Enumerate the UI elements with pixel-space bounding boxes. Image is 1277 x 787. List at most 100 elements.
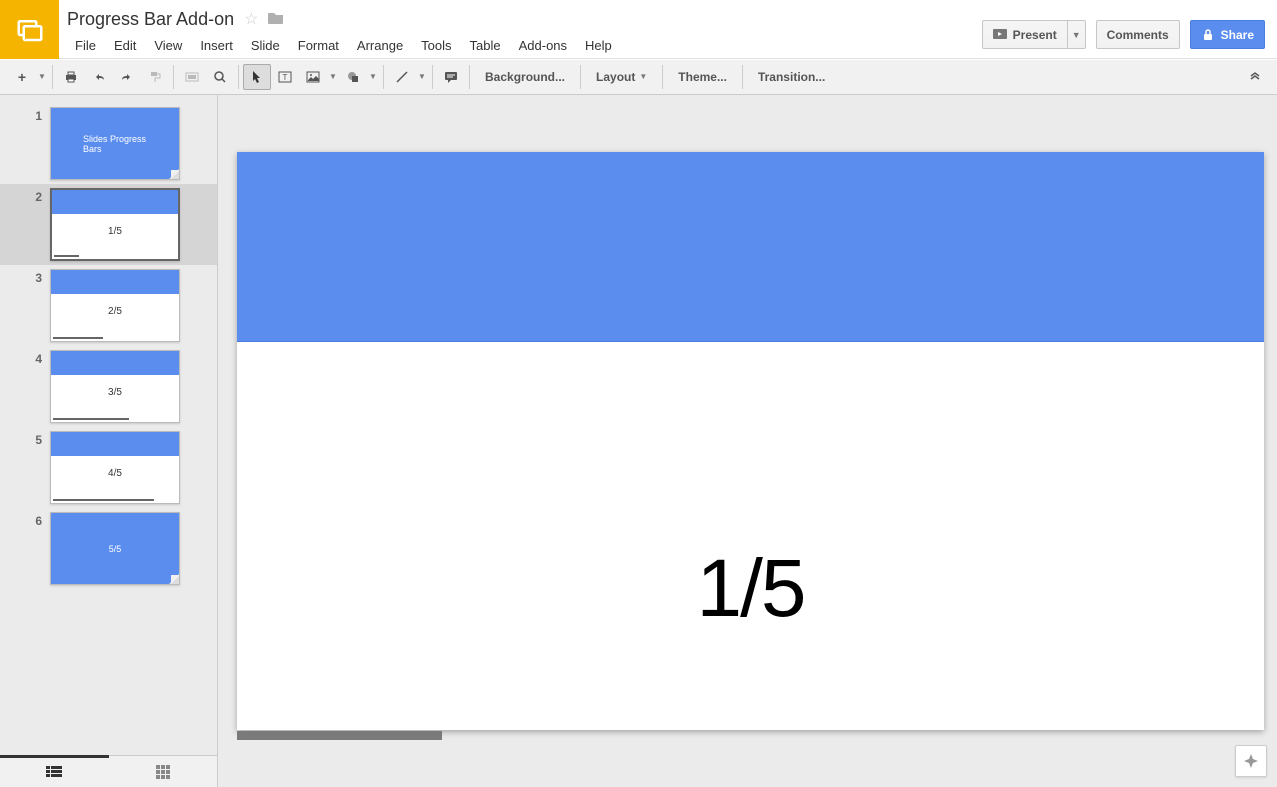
lock-icon [1201,28,1215,42]
sidebar-footer [0,755,217,787]
shape-button[interactable] [339,64,367,90]
menu-slide[interactable]: Slide [243,34,288,57]
menu-help[interactable]: Help [577,34,620,57]
thumbnail-list[interactable]: 1 Slides Progress Bars 21/53 2/5 43/554/56 5/… [0,95,217,755]
undo-button[interactable] [85,64,113,90]
menu-view[interactable]: View [146,34,190,57]
separator [580,65,581,89]
menu-arrange[interactable]: Arrange [349,34,411,57]
layout-button[interactable]: Layout▼ [585,64,658,90]
menu-bar: File Edit View Insert Slide Format Arran… [67,34,974,57]
thumbnail-number: 6 [0,512,50,585]
menu-file[interactable]: File [67,34,104,57]
redo-button[interactable] [113,64,141,90]
share-button[interactable]: Share [1190,20,1265,49]
thumbnail-progress-bar [53,499,154,501]
shape-dropdown[interactable]: ▼ [367,64,379,90]
main-area: 1 Slides Progress Bars 21/53 2/5 43/554/56 5/… [0,95,1277,787]
chevron-down-icon: ▼ [639,72,647,81]
thumbnail-text: 3/5 [108,387,122,398]
thumbnail-text: Slides Progress Bars [83,134,147,154]
header: Progress Bar Add-on ☆ File Edit View Ins… [0,0,1277,59]
slide-canvas[interactable]: 1/5 [237,152,1264,730]
slide-thumbnail[interactable]: 3 2/5 [0,265,217,346]
comments-button[interactable]: Comments [1096,20,1180,49]
slide-progress-bar[interactable] [237,731,442,740]
menu-addons[interactable]: Add-ons [511,34,575,57]
thumbnail-number: 1 [0,107,50,180]
present-icon [993,29,1007,41]
present-button-group: Present ▼ [982,20,1086,49]
document-title[interactable]: Progress Bar Add-on [67,9,234,30]
slides-logo[interactable] [0,0,59,59]
zoom-fit-button[interactable] [178,64,206,90]
slide-thumbnail[interactable]: 1 Slides Progress Bars [0,103,217,184]
zoom-button[interactable] [206,64,234,90]
thumbnail-preview[interactable]: 5/5 [50,512,180,585]
canvas-area[interactable]: 1/5 [218,95,1277,787]
thumbnail-preview[interactable]: 4/5 [50,431,180,504]
grid-view-button[interactable] [109,756,218,787]
menu-insert[interactable]: Insert [192,34,241,57]
menu-tools[interactable]: Tools [413,34,459,57]
filmstrip-view-button[interactable] [0,755,109,786]
thumbnail-preview[interactable]: 1/5 [50,188,180,261]
separator [238,65,239,89]
theme-button[interactable]: Theme... [667,64,738,90]
print-button[interactable] [57,64,85,90]
present-dropdown[interactable]: ▼ [1068,20,1086,49]
separator [52,65,53,89]
comment-button[interactable] [437,64,465,90]
thumbnail-preview[interactable]: 3/5 [50,350,180,423]
thumbnail-progress-bar [53,337,103,339]
explore-button[interactable] [1235,745,1267,777]
slide-header-shape[interactable] [237,152,1264,342]
toolbar: + ▼ T ▼ ▼ ▼ Background... Layout▼ Theme.… [0,59,1277,95]
collapse-toolbar-button[interactable] [1241,64,1269,90]
header-main: Progress Bar Add-on ☆ File Edit View Ins… [59,0,982,57]
slide-main-text[interactable]: 1/5 [697,542,805,636]
thumbnail-number: 3 [0,269,50,342]
slide-thumbnail[interactable]: 21/5 [0,184,217,265]
thumbnail-progress-bar [53,418,129,420]
separator [432,65,433,89]
menu-edit[interactable]: Edit [106,34,144,57]
thumbnail-preview[interactable]: 2/5 [50,269,180,342]
textbox-button[interactable]: T [271,64,299,90]
paint-format-button[interactable] [141,64,169,90]
svg-text:T: T [283,73,288,82]
slide-thumbnail[interactable]: 54/5 [0,427,217,508]
line-dropdown[interactable]: ▼ [416,64,428,90]
separator [383,65,384,89]
background-button[interactable]: Background... [474,64,576,90]
menu-format[interactable]: Format [290,34,347,57]
thumbnail-text: 5/5 [109,544,122,554]
select-tool-button[interactable] [243,64,271,90]
slide-thumbnail[interactable]: 43/5 [0,346,217,427]
slide-sidebar: 1 Slides Progress Bars 21/53 2/5 43/554/56 5/… [0,95,218,787]
separator [662,65,663,89]
thumbnail-text: 4/5 [108,468,122,479]
image-dropdown[interactable]: ▼ [327,64,339,90]
star-icon[interactable]: ☆ [244,9,258,29]
share-label: Share [1221,28,1254,42]
header-right: Present ▼ Comments Share [982,0,1277,49]
image-button[interactable] [299,64,327,90]
separator [742,65,743,89]
comments-label: Comments [1107,28,1169,42]
line-button[interactable] [388,64,416,90]
transition-button[interactable]: Transition... [747,64,836,90]
new-slide-dropdown[interactable]: ▼ [36,64,48,90]
separator [173,65,174,89]
thumbnail-text: 1/5 [108,226,122,237]
menu-table[interactable]: Table [462,34,509,57]
separator [469,65,470,89]
thumbnail-progress-bar [54,255,79,257]
new-slide-button[interactable]: + [8,64,36,90]
slide-thumbnail[interactable]: 6 5/5 [0,508,217,589]
thumbnail-preview[interactable]: Slides Progress Bars [50,107,180,180]
present-label: Present [1013,28,1057,42]
folder-icon[interactable] [268,11,284,28]
thumbnail-text: 2/5 [108,306,122,317]
present-button[interactable]: Present [982,20,1068,49]
